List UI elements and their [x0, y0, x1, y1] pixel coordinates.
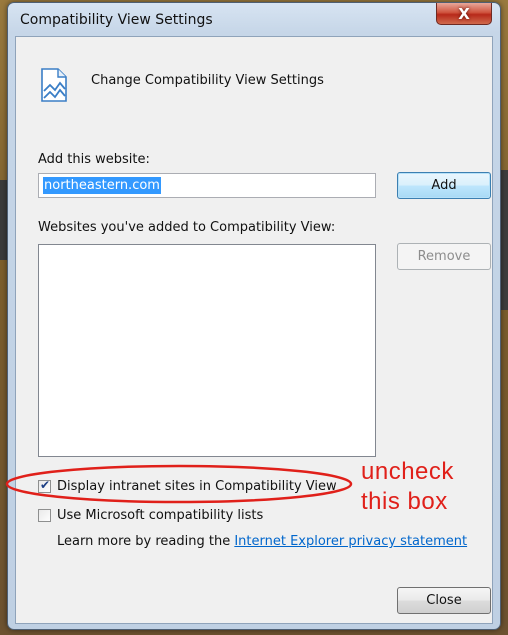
website-input-value: northeastern.com — [43, 177, 161, 194]
microsoft-lists-label: Use Microsoft compatibility lists — [57, 507, 264, 523]
compatibility-sites-list[interactable] — [38, 244, 376, 457]
added-websites-label: Websites you've added to Compatibility V… — [38, 220, 336, 235]
compatibility-view-icon — [41, 68, 67, 102]
title-bar[interactable]: Compatibility View Settings X — [8, 3, 500, 37]
intranet-checkbox[interactable]: ✔ — [38, 477, 51, 493]
checkmark-icon: ✔ — [40, 477, 51, 492]
remove-button-label: Remove — [417, 249, 471, 264]
window-title: Compatibility View Settings — [20, 12, 213, 28]
close-button-label: Close — [426, 593, 462, 608]
add-button-label: Add — [431, 178, 457, 193]
dialog-content: Change Compatibility View Settings Add t… — [15, 36, 493, 624]
privacy-statement-link[interactable]: Internet Explorer privacy statement — [234, 534, 467, 549]
add-website-label: Add this website: — [38, 152, 150, 167]
microsoft-lists-option[interactable]: Use Microsoft compatibility lists — [38, 506, 263, 524]
annotation-text: uncheck this box — [361, 457, 454, 517]
microsoft-lists-checkbox[interactable] — [38, 508, 51, 522]
close-button[interactable]: Close — [397, 587, 491, 614]
privacy-statement-line: Learn more by reading the Internet Explo… — [57, 534, 467, 549]
remove-button[interactable]: Remove — [397, 243, 491, 270]
background-window-edge — [500, 170, 508, 310]
intranet-label: Display intranet sites in Compatibility … — [57, 478, 337, 494]
annotation-line-2: this box — [361, 488, 448, 515]
learn-more-text: Learn more by reading the — [57, 534, 235, 549]
compatibility-view-dialog: Compatibility View Settings X Change Com… — [7, 2, 501, 630]
annotation-line-1: uncheck — [361, 458, 454, 485]
header-text: Change Compatibility View Settings — [91, 73, 324, 88]
intranet-option[interactable]: ✔ Display intranet sites in Compatibilit… — [38, 477, 337, 495]
website-input[interactable]: northeastern.com — [38, 173, 376, 198]
close-window-button[interactable]: X — [436, 3, 492, 25]
close-icon: X — [458, 4, 470, 23]
add-button[interactable]: Add — [397, 172, 491, 199]
